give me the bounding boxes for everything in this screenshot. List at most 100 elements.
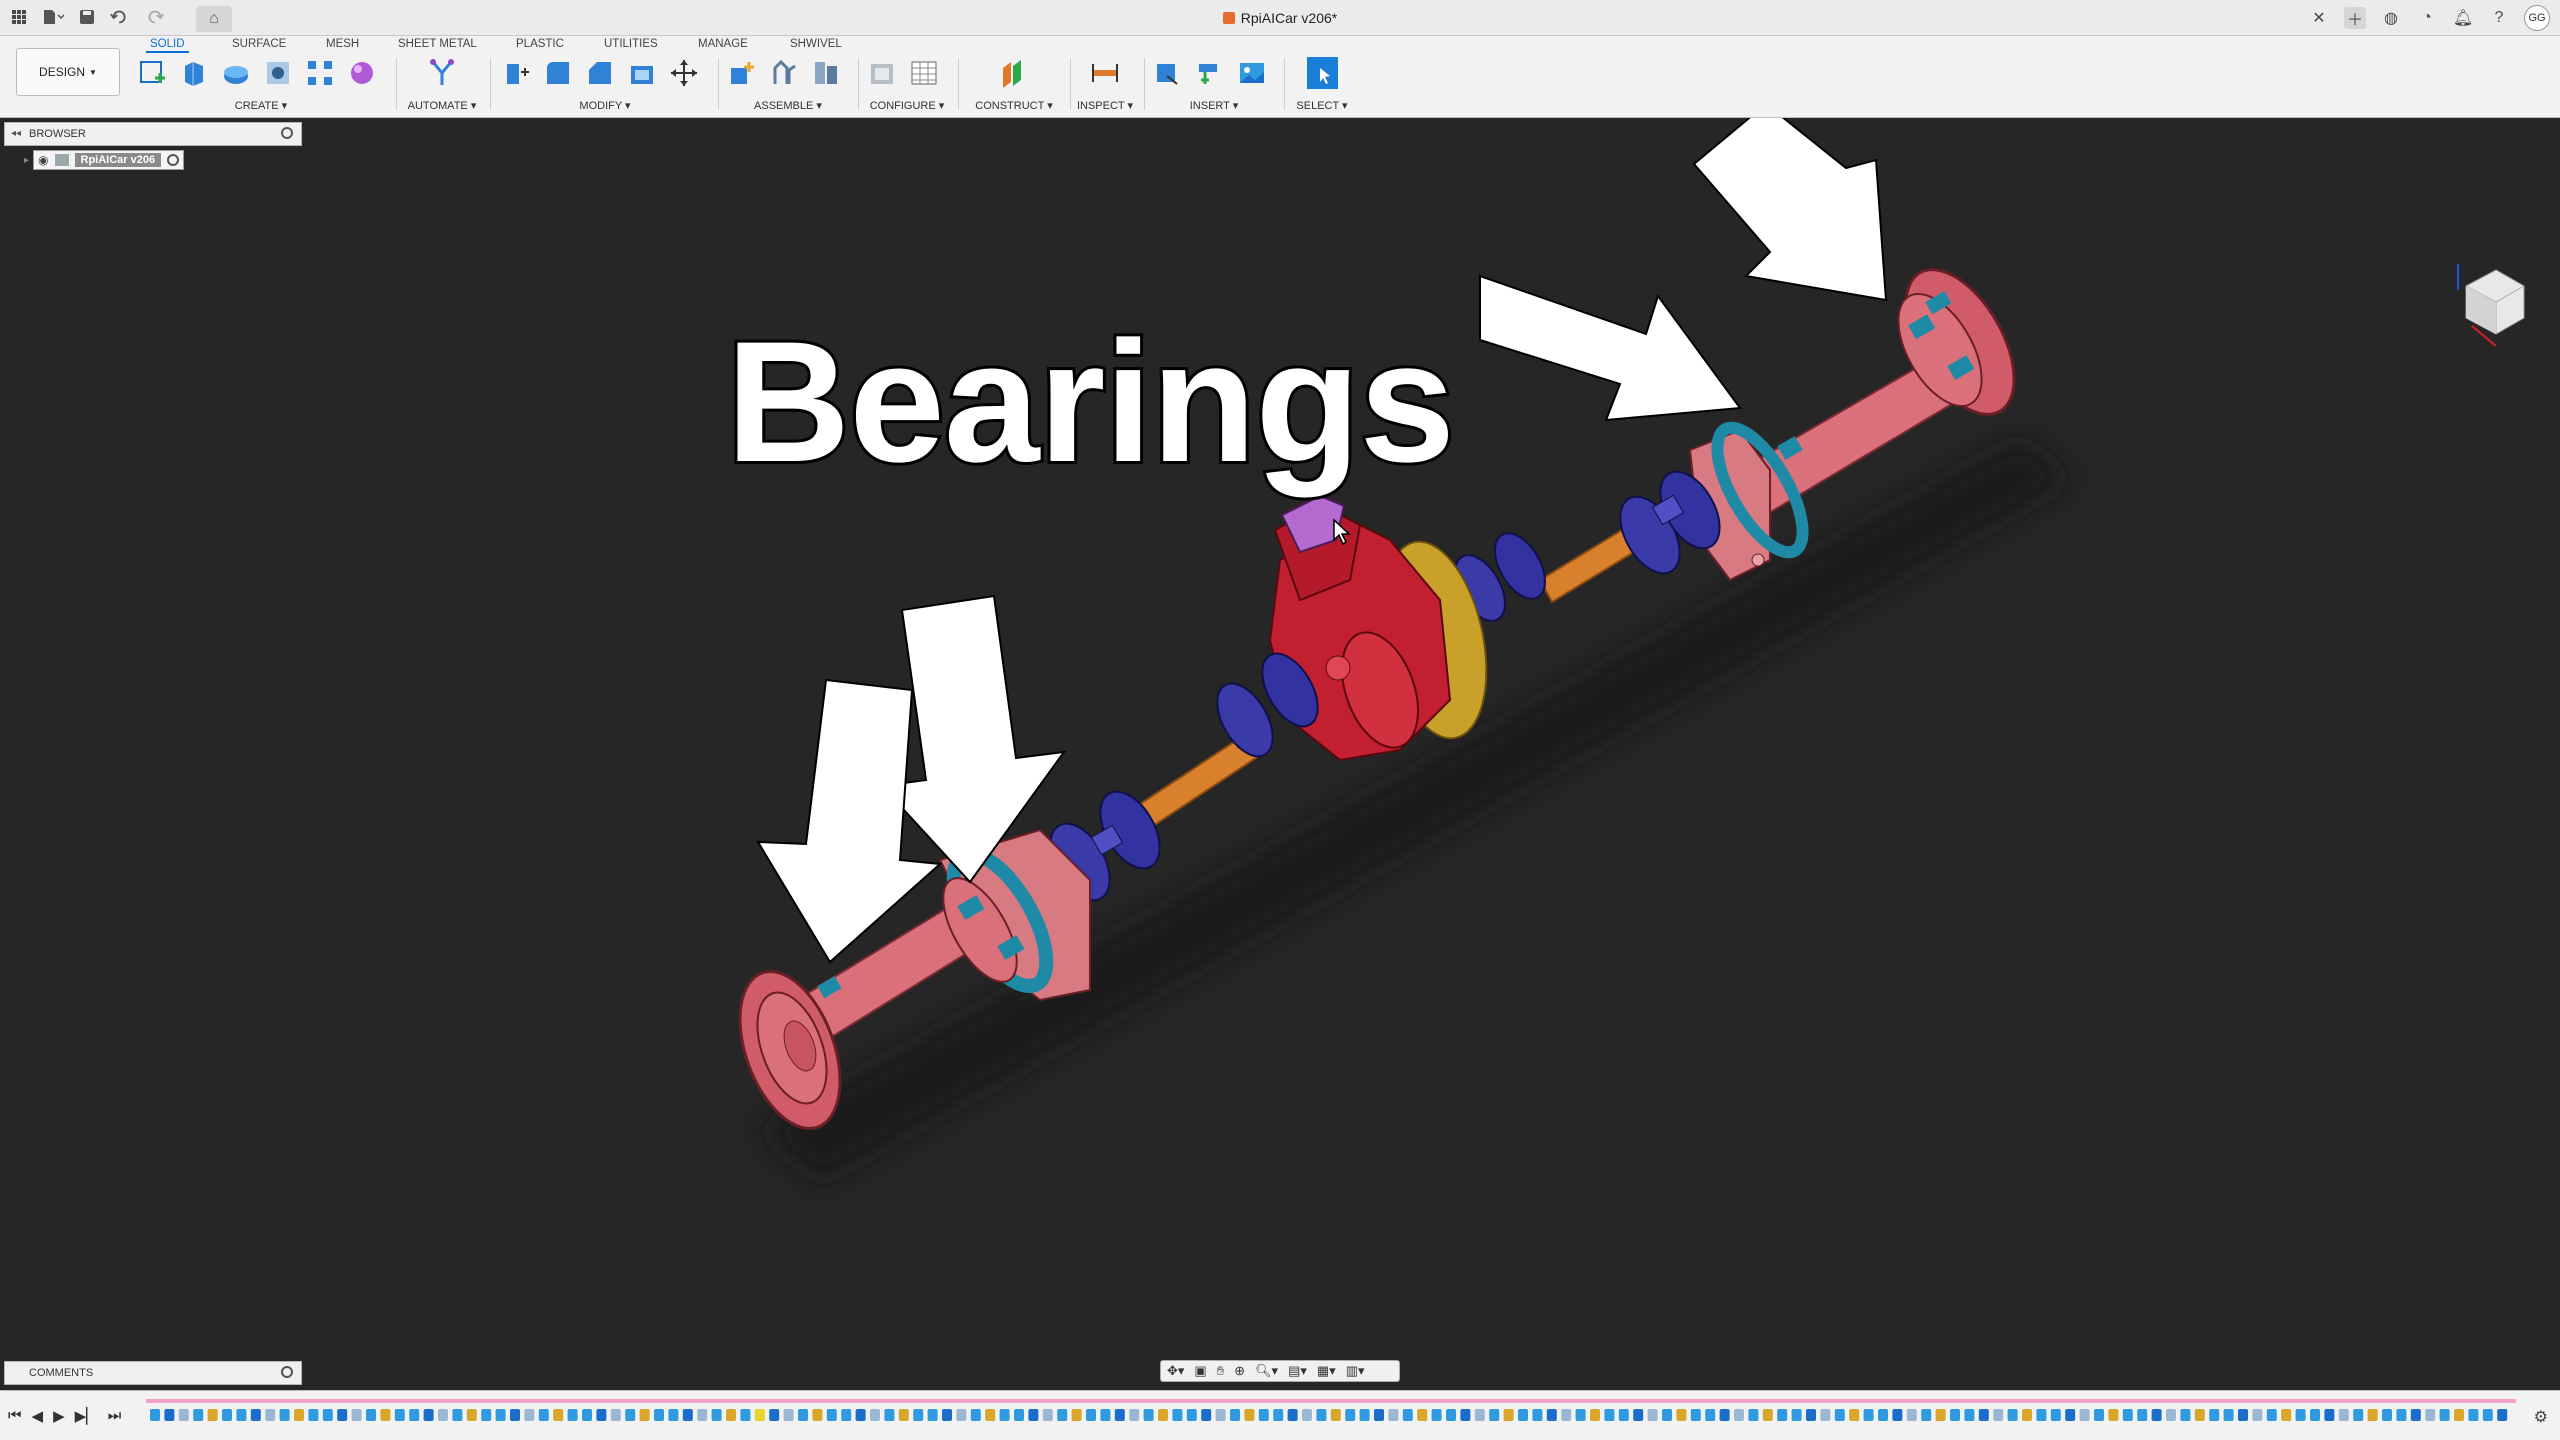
timeline-feature[interactable] xyxy=(1532,1409,1543,1421)
timeline-feature[interactable] xyxy=(178,1409,189,1421)
timeline-feature[interactable] xyxy=(2180,1409,2191,1421)
timeline-feature[interactable] xyxy=(1834,1409,1845,1421)
timeline-feature[interactable] xyxy=(2137,1409,2148,1421)
timeline-feature[interactable] xyxy=(1431,1409,1442,1421)
timeline-feature[interactable] xyxy=(510,1409,520,1421)
timeline-feature[interactable] xyxy=(1186,1409,1197,1421)
timeline-feature[interactable] xyxy=(466,1409,477,1421)
go-to-end-icon[interactable]: ⏭ xyxy=(108,1407,122,1425)
timeline-feature[interactable] xyxy=(2252,1409,2263,1421)
timeline-feature[interactable] xyxy=(682,1409,693,1421)
help-icon[interactable]: ? xyxy=(2488,7,2510,29)
timeline-feature[interactable] xyxy=(1316,1409,1327,1421)
visibility-eye-icon[interactable]: ◉ xyxy=(38,153,48,167)
browser-panel-header[interactable]: ◂◂ BROWSER xyxy=(4,122,302,146)
timeline-feature[interactable] xyxy=(2223,1409,2234,1421)
timeline-feature[interactable] xyxy=(1042,1409,1053,1421)
timeline-feature[interactable] xyxy=(754,1409,765,1421)
tab-mesh[interactable]: MESH xyxy=(326,38,359,50)
timeline-feature[interactable] xyxy=(639,1409,650,1421)
timeline-feature[interactable] xyxy=(1950,1409,1960,1421)
timeline-feature[interactable] xyxy=(1618,1409,1629,1421)
timeline-feature[interactable] xyxy=(625,1409,636,1421)
timeline-feature[interactable] xyxy=(1690,1409,1701,1421)
comments-panel-header[interactable]: COMMENTS xyxy=(4,1361,302,1385)
insert-mesh-icon[interactable] xyxy=(1194,57,1226,89)
timeline-feature[interactable] xyxy=(2194,1409,2205,1421)
timeline-feature[interactable] xyxy=(1086,1409,1096,1421)
construct-menu[interactable]: CONSTRUCT ▾ xyxy=(966,99,1062,112)
revolve-icon[interactable] xyxy=(220,57,252,89)
timeline-feature[interactable] xyxy=(1230,1409,1240,1421)
go-to-start-icon[interactable]: ⏮ xyxy=(8,1407,22,1425)
timeline-feature[interactable] xyxy=(1143,1409,1154,1421)
offset-plane-icon[interactable] xyxy=(998,57,1030,89)
create-sketch-icon[interactable] xyxy=(136,57,168,89)
timeline-feature[interactable] xyxy=(294,1409,304,1421)
tab-surface[interactable]: SURFACE xyxy=(232,38,286,50)
timeline-feature[interactable] xyxy=(1388,1409,1399,1421)
timeline-feature[interactable] xyxy=(2367,1409,2378,1421)
workspace-switcher[interactable]: DESIGN ▼ xyxy=(16,48,120,96)
create-menu[interactable]: CREATE ▾ xyxy=(136,99,386,112)
press-pull-icon[interactable] xyxy=(500,57,532,89)
timeline-feature[interactable] xyxy=(610,1409,621,1421)
file-menu-icon[interactable] xyxy=(42,6,64,28)
zoom-icon[interactable]: ⊕ xyxy=(1234,1363,1245,1379)
select-icon[interactable] xyxy=(1306,57,1338,89)
pan-icon[interactable]: ✋︎ xyxy=(1217,1363,1224,1379)
app-grid-icon[interactable] xyxy=(8,6,30,28)
measure-icon[interactable] xyxy=(1089,57,1121,89)
tab-solid[interactable]: SOLID xyxy=(146,38,188,53)
orbit-icon[interactable]: ✥▾ xyxy=(1167,1363,1184,1379)
timeline-feature[interactable] xyxy=(2410,1409,2421,1421)
timeline-feature[interactable] xyxy=(567,1409,578,1421)
timeline-feature[interactable] xyxy=(1590,1409,1600,1421)
timeline-feature[interactable] xyxy=(2497,1409,2508,1421)
timeline-feature[interactable] xyxy=(985,1409,996,1421)
shell-icon[interactable] xyxy=(626,57,658,89)
timeline-feature[interactable] xyxy=(740,1409,751,1421)
timeline-feature[interactable] xyxy=(1892,1409,1903,1421)
timeline-feature[interactable] xyxy=(668,1409,679,1421)
timeline-feature[interactable] xyxy=(956,1409,967,1421)
timeline-feature[interactable] xyxy=(582,1409,592,1421)
timeline-feature[interactable] xyxy=(2022,1409,2032,1421)
pin-panel-icon[interactable] xyxy=(281,127,293,139)
timeline-feature[interactable] xyxy=(2382,1409,2392,1421)
move-icon[interactable] xyxy=(668,57,700,89)
timeline-feature[interactable] xyxy=(1460,1409,1471,1421)
timeline-feature[interactable] xyxy=(1734,1409,1744,1421)
timeline-feature[interactable] xyxy=(1258,1409,1269,1421)
timeline-feature[interactable] xyxy=(1762,1409,1773,1421)
timeline-feature[interactable] xyxy=(1748,1409,1759,1421)
timeline-feature[interactable] xyxy=(1330,1409,1341,1421)
timeline-feature[interactable] xyxy=(798,1409,808,1421)
timeline-feature[interactable] xyxy=(394,1409,405,1421)
timeline-feature[interactable] xyxy=(841,1409,852,1421)
view-cube[interactable] xyxy=(2452,256,2532,356)
timeline-feature[interactable] xyxy=(1158,1409,1168,1421)
timeline-feature[interactable] xyxy=(1647,1409,1658,1421)
timeline-feature[interactable] xyxy=(812,1409,823,1421)
timeline-feature[interactable] xyxy=(1302,1409,1312,1421)
timeline-feature[interactable] xyxy=(654,1409,664,1421)
create-form-icon[interactable] xyxy=(346,57,378,89)
save-icon[interactable] xyxy=(76,6,98,28)
timeline-feature[interactable] xyxy=(1287,1409,1298,1421)
timeline-feature[interactable] xyxy=(1129,1409,1140,1421)
job-status-icon[interactable]: ◔ xyxy=(2416,7,2438,29)
new-tab-icon[interactable]: ＋ xyxy=(2344,7,2366,29)
timeline-feature[interactable] xyxy=(1561,1409,1572,1421)
timeline-feature[interactable] xyxy=(2324,1409,2335,1421)
timeline-feature[interactable] xyxy=(538,1409,549,1421)
timeline-feature[interactable] xyxy=(2396,1409,2407,1421)
timeline-feature[interactable] xyxy=(1359,1409,1370,1421)
zoom-window-icon[interactable]: 🔍︎▾ xyxy=(1255,1363,1278,1379)
timeline-feature[interactable] xyxy=(193,1409,204,1421)
timeline-feature[interactable] xyxy=(2238,1409,2248,1421)
inspect-menu[interactable]: INSPECT ▾ xyxy=(1076,99,1134,112)
configuration-table-icon[interactable] xyxy=(908,57,940,89)
timeline-feature[interactable] xyxy=(553,1409,564,1421)
timeline-feature[interactable] xyxy=(2122,1409,2133,1421)
